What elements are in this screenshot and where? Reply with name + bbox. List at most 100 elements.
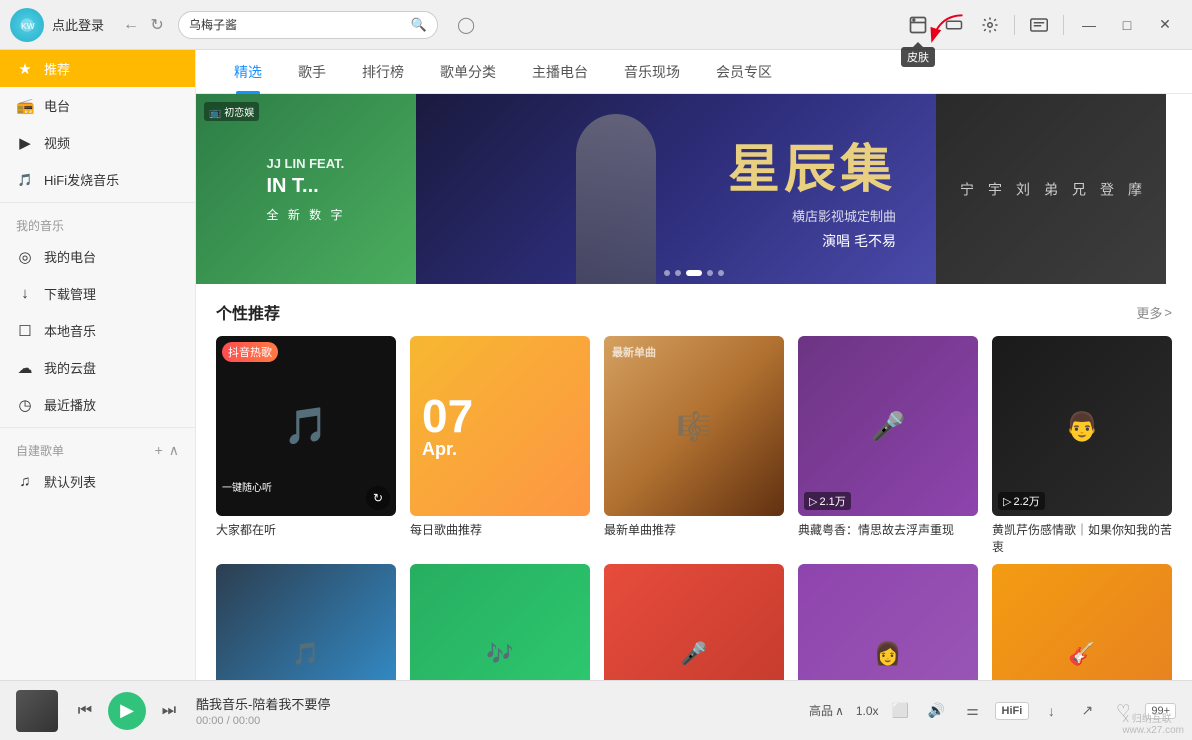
tab-jingxuan[interactable]: 精选 <box>216 50 280 94</box>
nav-back-button[interactable]: ← <box>118 12 144 38</box>
search-bar: 🔍 <box>178 11 438 39</box>
tab-paihangbang[interactable]: 排行榜 <box>344 50 422 94</box>
row2-cover-3: 🎤 <box>604 564 784 680</box>
card-label-popular: 典藏粤香：情思故去浮声重现 <box>798 522 978 539</box>
volume-count[interactable]: 99+ <box>1145 703 1176 719</box>
card-row2-2[interactable]: 🎶 <box>410 564 590 680</box>
sidebar-item-recommend[interactable]: ★ 推荐 <box>0 50 195 87</box>
video-icon: ▶ <box>16 134 34 152</box>
banner-dot-4[interactable] <box>707 270 713 276</box>
next-button[interactable]: ⏭ <box>154 696 184 726</box>
sidebar-item-default-list[interactable]: ♫ 默认列表 <box>0 463 195 500</box>
search-icon[interactable]: 🔍 <box>411 17 427 33</box>
search-input[interactable] <box>189 18 411 32</box>
content-area: 精选 歌手 排行榜 歌单分类 主播电台 音乐现场 会员专区 JJ LIN FEA… <box>196 50 1192 680</box>
sidebar-item-local[interactable]: ☐ 本地音乐 <box>0 312 195 349</box>
card-thumb-r3: 🎤 <box>604 564 784 680</box>
banner-dot-3[interactable] <box>686 270 702 276</box>
card-row2-3[interactable]: 🎤 <box>604 564 784 680</box>
banner-slide-1[interactable]: JJ LIN FEAT. IN T... 全 新 数 字 📺 初恋娱 <box>196 94 416 284</box>
banner-slide-2[interactable]: 星辰集 横店影视城定制曲 演唱 毛不易 <box>416 94 936 284</box>
download-button[interactable]: ↓ <box>1037 697 1065 725</box>
skin-button[interactable]: 皮肤 <box>902 9 934 41</box>
card-thumb-daily: 07 Apr. <box>410 336 590 516</box>
login-button[interactable]: 点此登录 <box>52 15 104 34</box>
record-button[interactable]: ◯ <box>452 11 480 39</box>
share-button[interactable]: ↗ <box>1073 697 1101 725</box>
card-huang-kai-sheng[interactable]: 👨 ▷ 2.2万 黄凯芹伤感情歌｜如果你知我的苦衷 <box>992 336 1172 556</box>
play-pause-button[interactable]: ▶ <box>108 692 146 730</box>
sidebar-divider-2 <box>0 427 195 428</box>
card-thumb-r1: 🎵 <box>216 564 396 680</box>
sidebar-divider-1 <box>0 202 195 203</box>
tab-geshou[interactable]: 歌手 <box>280 50 344 94</box>
player-album-thumb <box>16 690 58 732</box>
desktop-lyrics-button[interactable] <box>1023 9 1055 41</box>
scroll-content: JJ LIN FEAT. IN T... 全 新 数 字 📺 初恋娱 星辰集 横… <box>196 94 1192 680</box>
card-daily[interactable]: 07 Apr. 每日歌曲推荐 <box>410 336 590 556</box>
sidebar-label-recommend: 推荐 <box>44 59 70 78</box>
quality-label: 高品 <box>809 702 833 719</box>
titlebar: KW 点此登录 ← ↻ 🔍 ◯ 皮肤 — □ ✕ <box>0 0 1192 50</box>
card-row2-1[interactable]: 🎵 <box>216 564 396 680</box>
sidebar-label-local: 本地音乐 <box>44 321 96 340</box>
card-row2-5[interactable]: 🎸 <box>992 564 1172 680</box>
count-text-1: 2.1万 <box>819 493 845 509</box>
chevron-right-icon: > <box>1164 305 1172 320</box>
daily-month: Apr. <box>422 439 457 460</box>
section-row2: 🎵 🎶 🎤 <box>196 564 1192 680</box>
close-button[interactable]: ✕ <box>1148 11 1182 39</box>
tab-gedan[interactable]: 歌单分类 <box>422 50 514 94</box>
cards-grid-2: 🎵 🎶 🎤 <box>216 564 1172 680</box>
sidebar-label-video: 视频 <box>44 133 70 152</box>
card-thumb-douyin: 🎵 抖音热歌 ↻ 一键随心听 <box>216 336 396 516</box>
minimize-button[interactable]: — <box>1072 11 1106 39</box>
playlist-add-button[interactable]: + <box>155 442 163 459</box>
nav-refresh-button[interactable]: ↻ <box>144 12 170 38</box>
time-total: 00:00 <box>233 715 261 727</box>
card-new-single[interactable]: 最新单曲 🎼 最新单曲推荐 <box>604 336 784 556</box>
banner-slide-3[interactable]: 摩登兄弟刘宇宁 <box>936 94 1166 284</box>
sidebar-item-recent[interactable]: ◷ 最近播放 <box>0 386 195 423</box>
card-dian-cang[interactable]: 🎤 ▷ 2.1万 典藏粤香：情思故去浮声重现 <box>798 336 978 556</box>
screen-cast-button[interactable]: ⬜ <box>887 697 915 725</box>
player-bar: ⏮ ▶ ⏭ 酷我音乐-陪着我不要停 00:00 / 00:00 高品 ∧ 1.0… <box>0 680 1192 740</box>
quality-tag[interactable]: 高品 ∧ <box>809 702 844 719</box>
row2-cover-5: 🎸 <box>992 564 1172 680</box>
favorite-button[interactable]: ♡ <box>1109 697 1137 725</box>
sidebar-item-video[interactable]: ▶ 视频 <box>0 124 195 161</box>
card-label-huang: 黄凯芹伤感情歌｜如果你知我的苦衷 <box>992 522 1172 556</box>
player-title: 酷我音乐-陪着我不要停 <box>196 694 797 713</box>
banner-dot-5[interactable] <box>718 270 724 276</box>
more-link[interactable]: 更多 > <box>1136 303 1172 322</box>
sidebar-item-downloads[interactable]: ↓ 下载管理 <box>0 275 195 312</box>
volume-button[interactable]: 🔊 <box>923 697 951 725</box>
settings-button[interactable] <box>974 9 1006 41</box>
sidebar-item-radio[interactable]: 📻 电台 <box>0 87 195 124</box>
more-text: 更多 <box>1136 303 1162 322</box>
tab-zhibo[interactable]: 主播电台 <box>514 50 606 94</box>
playlist-collapse-button[interactable]: ∧ <box>169 442 179 459</box>
tab-vip[interactable]: 会员专区 <box>698 50 790 94</box>
equalizer-button[interactable]: ⚌ <box>959 697 987 725</box>
player-right-controls: 1.0x ⬜ 🔊 ⚌ HiFi ↓ ↗ ♡ 99+ <box>856 697 1176 725</box>
prev-button[interactable]: ⏮ <box>70 696 100 726</box>
hifi-button[interactable]: HiFi <box>995 702 1030 720</box>
maximize-button[interactable]: □ <box>1110 11 1144 39</box>
recent-icon: ◷ <box>16 396 34 414</box>
sidebar-item-cloud[interactable]: ☁ 我的云盘 <box>0 349 195 386</box>
download-icon: ↓ <box>16 285 34 302</box>
sidebar-item-hifi[interactable]: 🎵 HiFi发烧音乐 <box>0 161 195 198</box>
sidebar-label-cloud: 我的云盘 <box>44 358 96 377</box>
sidebar-item-my-radio[interactable]: ◎ 我的电台 <box>0 238 195 275</box>
speed-control[interactable]: 1.0x <box>856 704 879 718</box>
banner-dot-1[interactable] <box>664 270 670 276</box>
mini-mode-button[interactable] <box>938 9 970 41</box>
card-thumb-r5: 🎸 <box>992 564 1172 680</box>
card-douyin-hot[interactable]: 🎵 抖音热歌 ↻ 一键随心听 大家都在听 <box>216 336 396 556</box>
tab-yinyue[interactable]: 音乐现场 <box>606 50 698 94</box>
card-row2-4[interactable]: 👩 <box>798 564 978 680</box>
refresh-icon[interactable]: ↻ <box>366 486 390 510</box>
banner-dot-2[interactable] <box>675 270 681 276</box>
count-text-2: 2.2万 <box>1013 493 1039 509</box>
